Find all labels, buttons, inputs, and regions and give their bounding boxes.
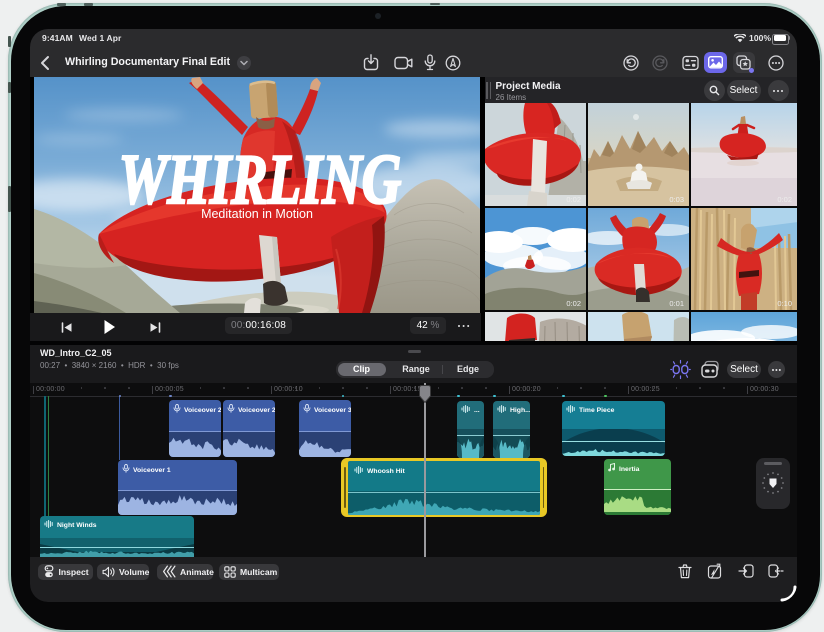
svg-text:0:10: 0:10 <box>777 299 792 308</box>
svg-text:0:01: 0:01 <box>669 299 684 308</box>
svg-text:0:02: 0:02 <box>777 195 792 204</box>
svg-text:0:02: 0:02 <box>566 299 581 308</box>
svg-text:Meditation in Motion: Meditation in Motion <box>201 207 313 221</box>
svg-text:0:02: 0:02 <box>566 195 581 204</box>
svg-text:0:03: 0:03 <box>669 195 684 204</box>
